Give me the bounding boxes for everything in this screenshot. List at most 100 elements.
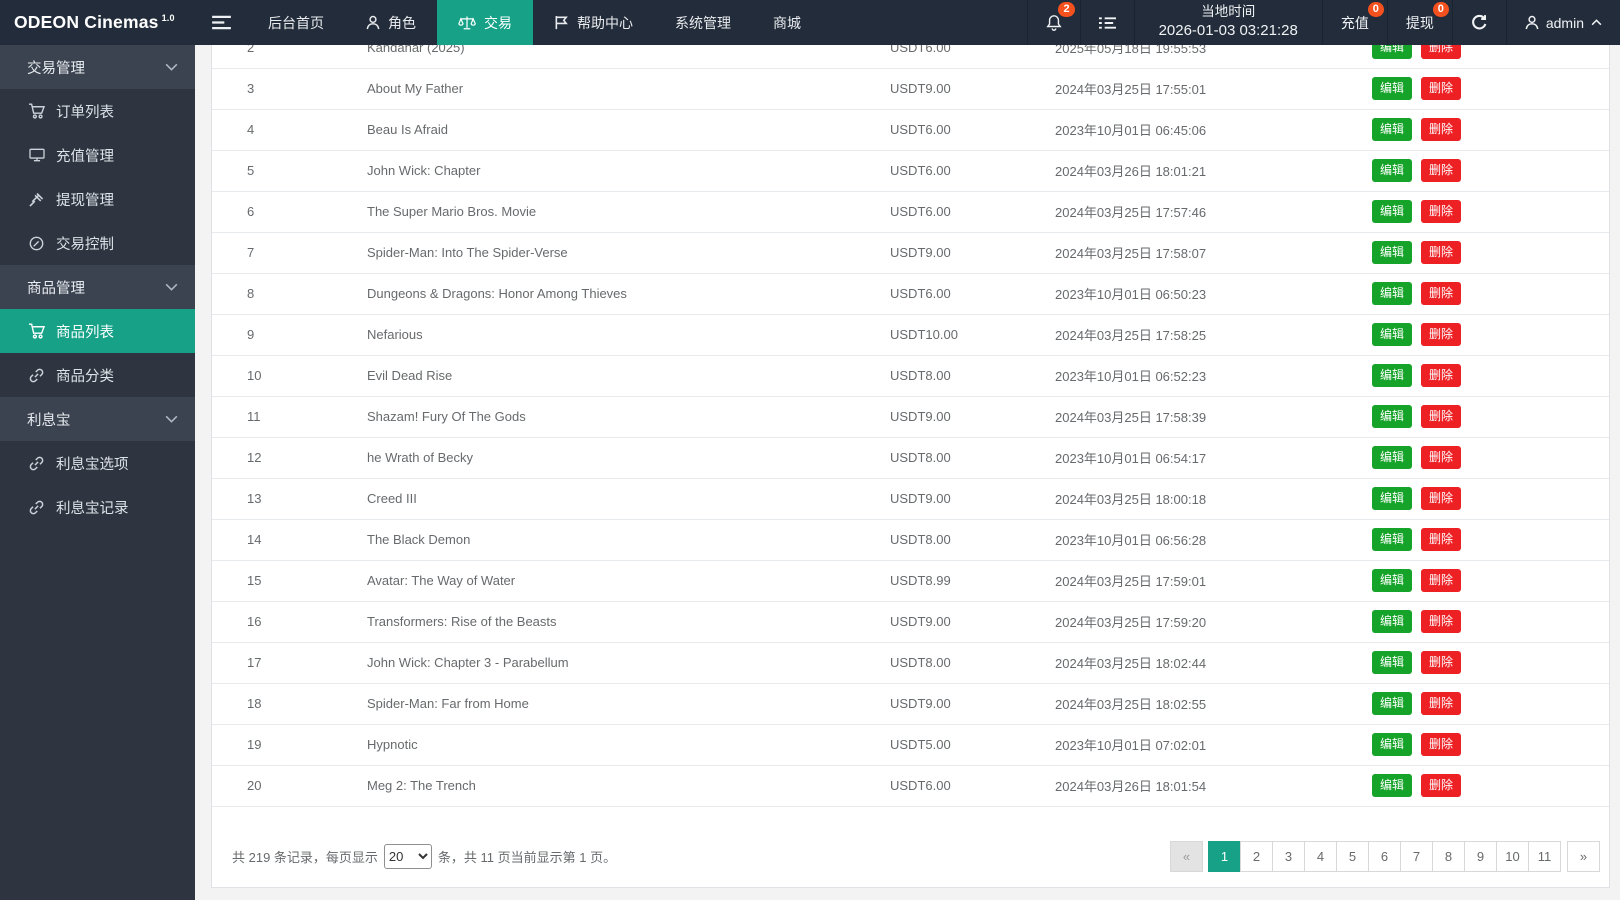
sidebar-item[interactable]: 利息宝选项 xyxy=(0,441,195,485)
notifications-badge: 2 xyxy=(1058,2,1074,17)
edit-button[interactable]: 编辑 xyxy=(1372,651,1412,674)
nav-item[interactable]: 商城 xyxy=(752,0,822,45)
cart-icon xyxy=(28,103,45,119)
movie-price: USDT6.00 xyxy=(890,191,1055,232)
row-actions: 编辑删除 xyxy=(1372,314,1609,355)
row-actions: 编辑删除 xyxy=(1372,355,1609,396)
delete-button[interactable]: 删除 xyxy=(1421,241,1461,264)
pagination-page-button[interactable]: 4 xyxy=(1304,841,1337,872)
sidebar-item[interactable]: 提现管理 xyxy=(0,177,195,221)
delete-button[interactable]: 删除 xyxy=(1421,651,1461,674)
created-time: 2025年05月18日 19:55:53 xyxy=(1055,45,1372,68)
user-menu[interactable]: admin xyxy=(1506,0,1620,45)
edit-button[interactable]: 编辑 xyxy=(1372,118,1412,141)
pagination-prev-button[interactable]: « xyxy=(1170,841,1203,872)
delete-button[interactable]: 删除 xyxy=(1421,528,1461,551)
sidebar-item[interactable]: 商品分类 xyxy=(0,353,195,397)
pagination-page-button[interactable]: 8 xyxy=(1432,841,1465,872)
delete-button[interactable]: 删除 xyxy=(1421,569,1461,592)
edit-button[interactable]: 编辑 xyxy=(1372,692,1412,715)
sidebar-group[interactable]: 利息宝 xyxy=(0,397,195,441)
edit-button[interactable]: 编辑 xyxy=(1372,569,1412,592)
delete-button[interactable]: 删除 xyxy=(1421,364,1461,387)
movie-title: Evil Dead Rise xyxy=(367,355,890,396)
pagination-page-button[interactable]: 6 xyxy=(1368,841,1401,872)
sidebar-toggle-button[interactable] xyxy=(195,0,247,45)
pagination-page-button[interactable]: 2 xyxy=(1240,841,1273,872)
delete-button[interactable]: 删除 xyxy=(1421,774,1461,797)
recharge-button[interactable]: 充值 0 xyxy=(1322,0,1387,45)
edit-button[interactable]: 编辑 xyxy=(1372,159,1412,182)
nav-item[interactable]: 系统管理 xyxy=(654,0,752,45)
delete-button[interactable]: 删除 xyxy=(1421,159,1461,182)
edit-button[interactable]: 编辑 xyxy=(1372,446,1412,469)
table-row: 9NefariousUSDT10.002024年03月25日 17:58:25编… xyxy=(212,314,1609,355)
delete-button[interactable]: 删除 xyxy=(1421,692,1461,715)
delete-button[interactable]: 删除 xyxy=(1421,118,1461,141)
sidebar-group[interactable]: 交易管理 xyxy=(0,45,195,89)
recharge-badge: 0 xyxy=(1368,2,1384,17)
pagination-page-button[interactable]: 9 xyxy=(1464,841,1497,872)
pagination-page-button[interactable]: 5 xyxy=(1336,841,1369,872)
delete-button[interactable]: 删除 xyxy=(1421,282,1461,305)
pagination-next-button[interactable]: » xyxy=(1567,841,1600,872)
withdraw-label: 提现 xyxy=(1406,13,1434,33)
nav-item[interactable]: 角色 xyxy=(345,0,437,45)
sidebar-item[interactable]: 订单列表 xyxy=(0,89,195,133)
nav-item-label: 角色 xyxy=(388,13,416,33)
withdraw-button[interactable]: 提现 0 xyxy=(1387,0,1452,45)
delete-button[interactable]: 删除 xyxy=(1421,733,1461,756)
delete-button[interactable]: 删除 xyxy=(1421,487,1461,510)
edit-button[interactable]: 编辑 xyxy=(1372,45,1412,59)
edit-button[interactable]: 编辑 xyxy=(1372,528,1412,551)
delete-button[interactable]: 删除 xyxy=(1421,323,1461,346)
edit-button[interactable]: 编辑 xyxy=(1372,323,1412,346)
pagination-page-button[interactable]: 10 xyxy=(1496,841,1529,872)
sidebar-item[interactable]: 交易控制 xyxy=(0,221,195,265)
delete-button[interactable]: 删除 xyxy=(1421,446,1461,469)
sidebar-item[interactable]: 利息宝记录 xyxy=(0,485,195,529)
pagination-page-button[interactable]: 3 xyxy=(1272,841,1305,872)
table-row: 10Evil Dead RiseUSDT8.002023年10月01日 06:5… xyxy=(212,355,1609,396)
refresh-button[interactable] xyxy=(1452,0,1506,45)
edit-button[interactable]: 编辑 xyxy=(1372,77,1412,100)
delete-button[interactable]: 删除 xyxy=(1421,45,1461,59)
delete-button[interactable]: 删除 xyxy=(1421,77,1461,100)
pagination-page-button[interactable]: 7 xyxy=(1400,841,1433,872)
row-actions: 编辑删除 xyxy=(1372,683,1609,724)
row-number: 15 xyxy=(212,560,367,601)
row-actions: 编辑删除 xyxy=(1372,232,1609,273)
product-table-wrap: 2Kandahar (2025)USDT6.002025年05月18日 19:5… xyxy=(212,45,1609,807)
sidebar-item[interactable]: 商品列表 xyxy=(0,309,195,353)
nav-item[interactable]: 后台首页 xyxy=(247,0,345,45)
edit-button[interactable]: 编辑 xyxy=(1372,733,1412,756)
pagination-page-button[interactable]: 11 xyxy=(1528,841,1561,872)
edit-button[interactable]: 编辑 xyxy=(1372,241,1412,264)
sidebar-item[interactable]: 充值管理 xyxy=(0,133,195,177)
nav-item[interactable]: 帮助中心 xyxy=(533,0,654,45)
task-list-button[interactable] xyxy=(1080,0,1134,45)
app-title: ODEON Cinemas xyxy=(14,12,159,33)
edit-button[interactable]: 编辑 xyxy=(1372,364,1412,387)
notifications-button[interactable]: 2 xyxy=(1027,0,1080,45)
edit-button[interactable]: 编辑 xyxy=(1372,487,1412,510)
edit-button[interactable]: 编辑 xyxy=(1372,774,1412,797)
page-size-select[interactable]: 20 xyxy=(384,844,432,869)
row-actions: 编辑删除 xyxy=(1372,150,1609,191)
delete-button[interactable]: 删除 xyxy=(1421,405,1461,428)
delete-button[interactable]: 删除 xyxy=(1421,200,1461,223)
table-row: 4Beau Is AfraidUSDT6.002023年10月01日 06:45… xyxy=(212,109,1609,150)
sidebar-group[interactable]: 商品管理 xyxy=(0,265,195,309)
edit-button[interactable]: 编辑 xyxy=(1372,405,1412,428)
table-row: 15Avatar: The Way of WaterUSDT8.992024年0… xyxy=(212,560,1609,601)
nav-item[interactable]: 交易 xyxy=(437,0,533,45)
pagination-page-button[interactable]: 1 xyxy=(1208,841,1241,872)
delete-button[interactable]: 删除 xyxy=(1421,610,1461,633)
table-row: 11Shazam! Fury Of The GodsUSDT9.002024年0… xyxy=(212,396,1609,437)
edit-button[interactable]: 编辑 xyxy=(1372,610,1412,633)
edit-button[interactable]: 编辑 xyxy=(1372,282,1412,305)
edit-button[interactable]: 编辑 xyxy=(1372,200,1412,223)
row-actions: 编辑删除 xyxy=(1372,273,1609,314)
table-row: 14The Black DemonUSDT8.002023年10月01日 06:… xyxy=(212,519,1609,560)
local-time-value: 2026-01-03 03:21:28 xyxy=(1159,21,1298,41)
